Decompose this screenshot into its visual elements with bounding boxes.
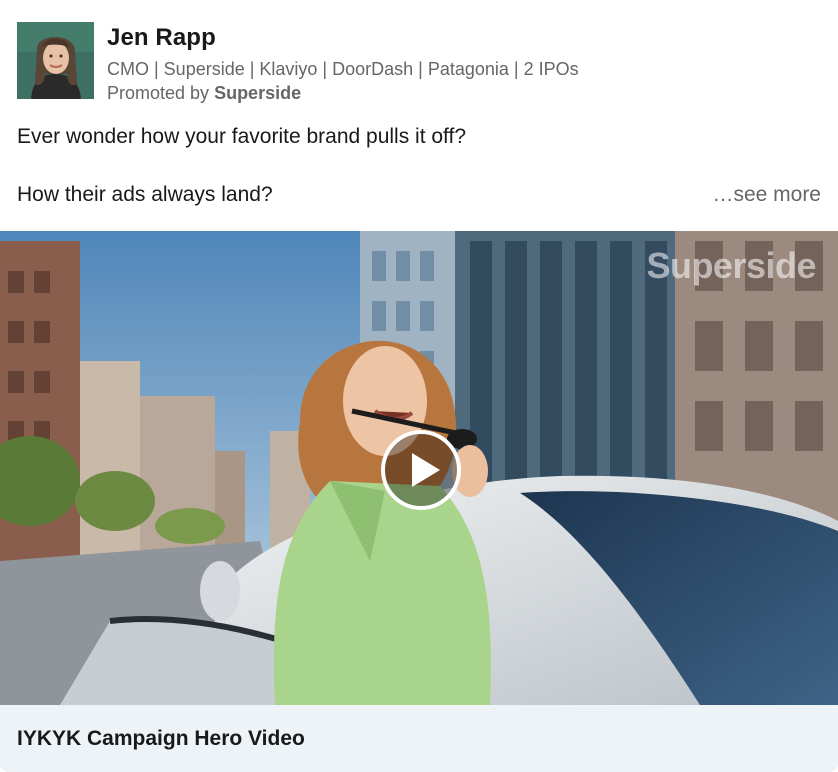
author-name[interactable]: Jen Rapp — [107, 24, 216, 52]
post-header: Jen Rapp CMO | Superside | Klaviyo | Doo… — [17, 22, 817, 104]
see-more-link[interactable]: …see more — [712, 183, 821, 207]
video-player[interactable]: Superside — [0, 231, 838, 705]
avatar-portrait-image — [17, 22, 94, 99]
promoted-prefix: Promoted by — [107, 83, 215, 103]
post-text-line-2: How their ads always land? — [17, 183, 273, 206]
promoted-label: Promoted by Superside — [107, 83, 301, 104]
superside-watermark-logo: Superside — [646, 245, 816, 286]
author-avatar[interactable] — [17, 22, 94, 99]
promoted-by-company[interactable]: Superside — [214, 83, 301, 103]
author-headline: CMO | Superside | Klaviyo | DoorDash | P… — [107, 59, 579, 79]
video-title[interactable]: IYKYK Campaign Hero Video — [17, 727, 305, 751]
video-caption-bar[interactable]: IYKYK Campaign Hero Video — [0, 705, 838, 772]
post-text-line-1: Ever wonder how your favorite brand pull… — [17, 125, 467, 148]
play-button[interactable] — [380, 429, 462, 511]
sponsored-post-card: Jen Rapp CMO | Superside | Klaviyo | Doo… — [0, 0, 838, 772]
play-icon — [381, 430, 461, 510]
